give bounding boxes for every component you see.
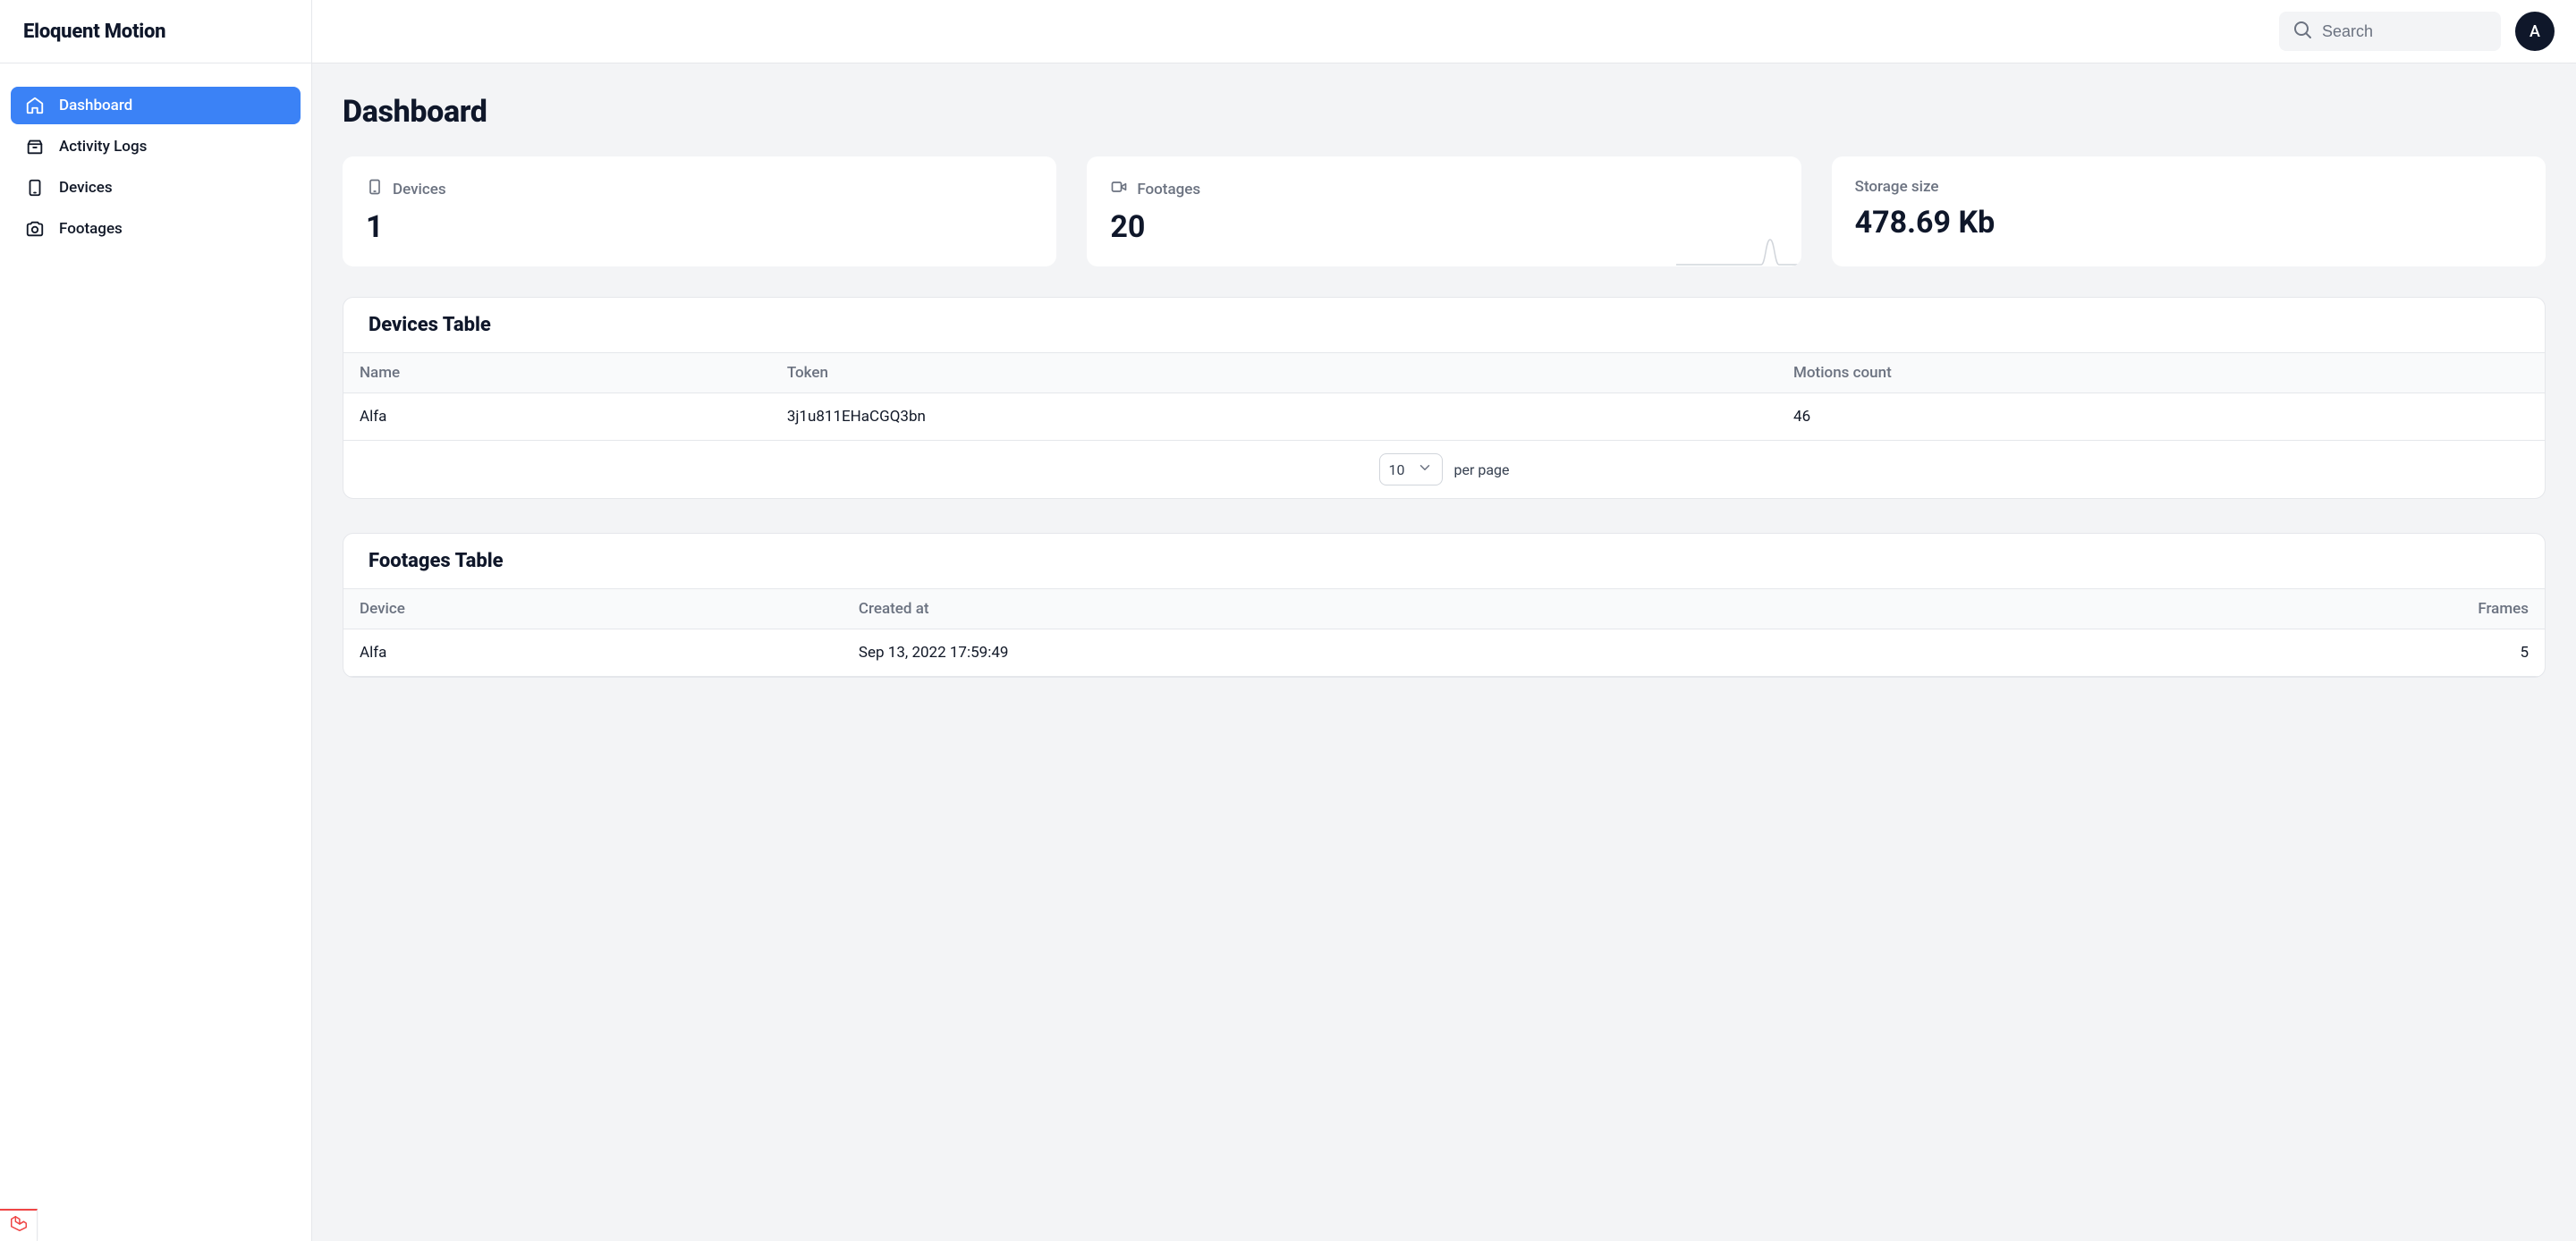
- column-header[interactable]: Motions count: [1777, 353, 2545, 393]
- sidebar: Eloquent Motion Dashboard Activity Logs …: [0, 0, 312, 1241]
- avatar-initial: A: [2529, 22, 2540, 41]
- sidebar-item-activity-logs[interactable]: Activity Logs: [11, 128, 301, 165]
- cell-device: Alfa: [343, 629, 843, 677]
- per-page-label: per page: [1453, 461, 1509, 478]
- per-page-select[interactable]: 10: [1379, 453, 1444, 485]
- column-header[interactable]: Token: [771, 353, 1777, 393]
- brand-title: Eloquent Motion: [23, 21, 165, 43]
- devices-table: Name Token Motions count Alfa 3j1u811EHa…: [343, 352, 2545, 441]
- sidebar-nav: Dashboard Activity Logs Devices Footages: [0, 63, 311, 274]
- column-header[interactable]: Name: [343, 353, 771, 393]
- tablet-icon: [366, 178, 384, 200]
- stat-label: Footages: [1137, 181, 1200, 198]
- table-row[interactable]: Alfa Sep 13, 2022 17:59:49 5: [343, 629, 2545, 677]
- column-header[interactable]: Device: [343, 589, 843, 629]
- stat-card-storage: Storage size 478.69 Kb: [1832, 156, 2546, 266]
- footages-table-panel: Footages Table Device Created at Frames …: [343, 533, 2546, 678]
- page-title: Dashboard: [343, 94, 2546, 130]
- camera-icon: [25, 219, 45, 239]
- table-footer: 10 per page: [343, 441, 2545, 498]
- stat-card-devices: Devices 1: [343, 156, 1056, 266]
- cell-name: Alfa: [343, 393, 771, 441]
- stat-value: 1: [366, 209, 1033, 245]
- stat-card-footages: Footages 20: [1087, 156, 1801, 266]
- tablet-icon: [25, 178, 45, 198]
- search-icon: [2292, 19, 2313, 44]
- sidebar-item-dashboard[interactable]: Dashboard: [11, 87, 301, 124]
- stat-label: Devices: [393, 181, 446, 198]
- cell-created-at: Sep 13, 2022 17:59:49: [843, 629, 2012, 677]
- content: Dashboard Devices 1: [312, 63, 2576, 747]
- column-header[interactable]: Frames: [2012, 589, 2545, 629]
- sidebar-item-label: Activity Logs: [59, 138, 147, 156]
- sidebar-header: Eloquent Motion: [0, 0, 311, 63]
- sidebar-item-label: Devices: [59, 179, 113, 197]
- cell-token: 3j1u811EHaCGQ3bn: [771, 393, 1777, 441]
- sidebar-item-label: Dashboard: [59, 97, 132, 114]
- stat-label: Storage size: [1855, 178, 1939, 196]
- search-input[interactable]: [2322, 22, 2488, 41]
- laravel-icon: [9, 1214, 29, 1237]
- home-icon: [25, 96, 45, 115]
- chevron-down-icon: [1417, 460, 1433, 479]
- cell-frames: 5: [2012, 629, 2545, 677]
- column-header[interactable]: Created at: [843, 589, 2012, 629]
- table-row[interactable]: Alfa 3j1u811EHaCGQ3bn 46: [343, 393, 2545, 441]
- panel-title: Devices Table: [343, 298, 2545, 352]
- sidebar-item-label: Footages: [59, 220, 123, 238]
- stats-row: Devices 1 Footages 20: [343, 156, 2546, 266]
- footages-table: Device Created at Frames Alfa Sep 13, 20…: [343, 588, 2545, 677]
- per-page-value: 10: [1389, 461, 1405, 478]
- video-icon: [1110, 178, 1128, 200]
- stat-value: 478.69 Kb: [1855, 205, 2522, 241]
- sidebar-item-footages[interactable]: Footages: [11, 210, 301, 248]
- search-field[interactable]: [2279, 12, 2501, 51]
- stat-value: 20: [1110, 209, 1777, 245]
- cell-motions: 46: [1777, 393, 2545, 441]
- panel-title: Footages Table: [343, 534, 2545, 588]
- devices-table-panel: Devices Table Name Token Motions count A…: [343, 297, 2546, 499]
- sidebar-item-devices[interactable]: Devices: [11, 169, 301, 207]
- avatar[interactable]: A: [2515, 12, 2555, 51]
- topbar: A: [312, 0, 2576, 63]
- package-icon: [25, 137, 45, 156]
- debug-badge[interactable]: [0, 1209, 38, 1241]
